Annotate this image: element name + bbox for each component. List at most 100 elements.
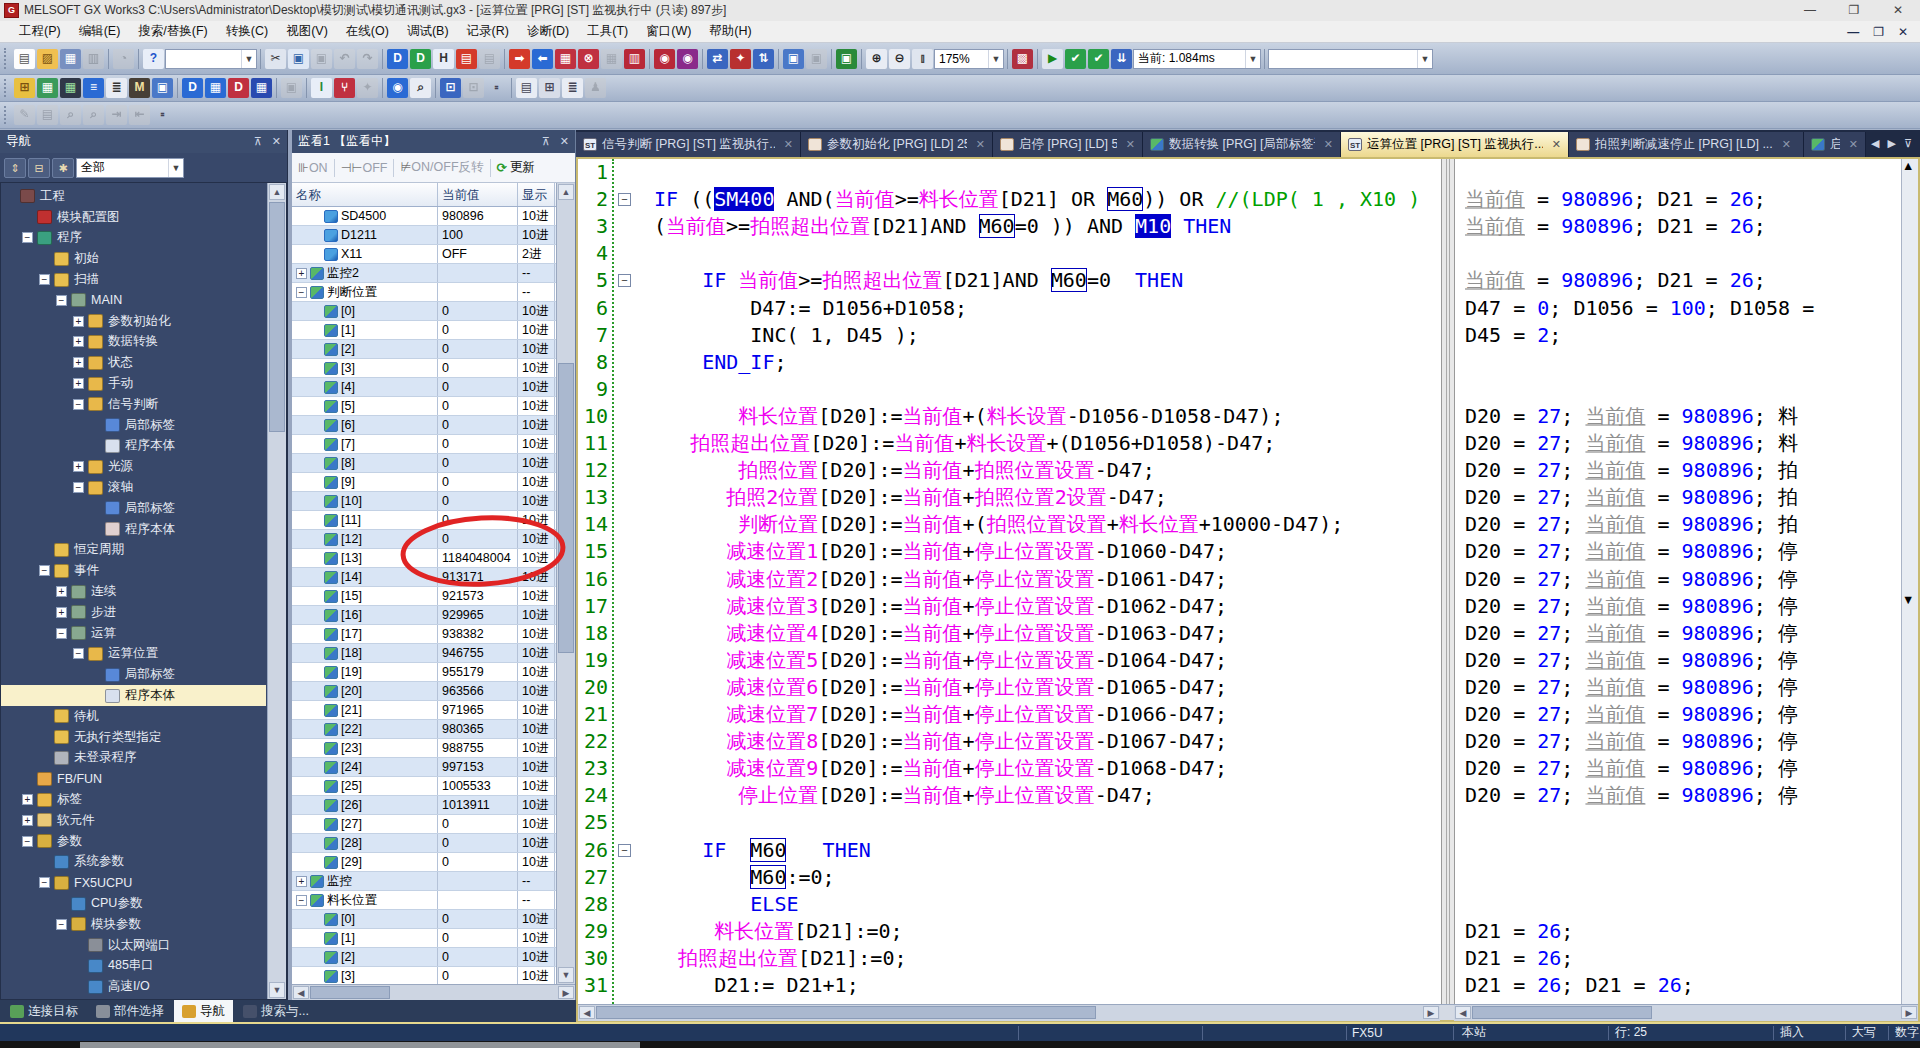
- watch-col-2[interactable]: 显示: [518, 183, 555, 206]
- toolbar-icon[interactable]: ▣: [152, 78, 173, 98]
- collapse-icon[interactable]: −: [73, 648, 84, 659]
- nav-tree-item-MAIN[interactable]: −MAIN: [1, 290, 266, 311]
- collapse-icon[interactable]: −: [296, 287, 307, 298]
- menu-调试(B)[interactable]: 调试(B): [398, 23, 458, 40]
- nav-tree-item-未登录程序[interactable]: 未登录程序: [1, 748, 266, 769]
- watch-row[interactable]: [23]98875510进: [292, 739, 556, 758]
- toolbar-icon[interactable]: ▦: [60, 78, 81, 98]
- expand-icon[interactable]: +: [56, 586, 67, 597]
- toolbar-icon[interactable]: ⊖: [889, 49, 910, 69]
- nav-tree-item-局部标签[interactable]: 局部标签: [1, 664, 266, 685]
- watch-row[interactable]: [16]92996510进: [292, 606, 556, 625]
- doc-tab-数据转换 [PRG] [局部标签设置][interactable]: 数据转换 [PRG] [局部标签设置]✕: [1143, 132, 1341, 157]
- toolbar-icon[interactable]: ✦: [730, 49, 751, 69]
- menu-工具(T)[interactable]: 工具(T): [578, 23, 637, 40]
- toolbar-icon[interactable]: D: [410, 49, 431, 69]
- toolbar-icon[interactable]: ⌕: [83, 105, 104, 125]
- toolbar-icon[interactable]: ▤: [516, 78, 537, 98]
- tab-close-icon[interactable]: ✕: [1324, 138, 1333, 151]
- nav-tree-item-程序[interactable]: −程序: [1, 228, 266, 249]
- close-icon[interactable]: ✕: [560, 135, 569, 148]
- toolbar-icon[interactable]: ⊡: [440, 78, 461, 98]
- watch-row[interactable]: [0]010进: [292, 910, 556, 929]
- menu-编辑(E)[interactable]: 编辑(E): [70, 23, 130, 40]
- watch-row[interactable]: [27]010进: [292, 815, 556, 834]
- nav-tree-item-标签[interactable]: +标签: [1, 789, 266, 810]
- nav-tree-item-局部标签[interactable]: 局部标签: [1, 498, 266, 519]
- expand-icon[interactable]: +: [73, 378, 84, 389]
- toolbar-icon[interactable]: ▤: [14, 49, 35, 69]
- tab-scroll-left-icon[interactable]: ◀: [1871, 137, 1879, 150]
- toolbar-icon[interactable]: ▥: [624, 49, 645, 69]
- toolbar-icon[interactable]: ▶: [1042, 49, 1063, 69]
- toolbar-icon[interactable]: ▣: [311, 49, 332, 69]
- watch-row[interactable]: [1]010进: [292, 929, 556, 948]
- watch-row[interactable]: [14]91317110进: [292, 568, 556, 587]
- expand-icon[interactable]: +: [73, 461, 84, 472]
- watch-row[interactable]: [3]010进: [292, 967, 556, 984]
- close-icon[interactable]: ✕: [272, 135, 281, 148]
- toolbar-icon[interactable]: ✎: [14, 105, 35, 125]
- toolbar-icon[interactable]: H: [433, 49, 454, 69]
- watch-row[interactable]: [1]010进: [292, 321, 556, 340]
- nav-tree-item-数据转换[interactable]: +数据转换: [1, 332, 266, 353]
- watch-row[interactable]: SD450098089610进: [292, 207, 556, 226]
- toolbar-icon[interactable]: ✦: [357, 78, 378, 98]
- fold-collapse-icon[interactable]: −: [618, 193, 631, 206]
- collapse-icon[interactable]: −: [296, 895, 307, 906]
- doc-tab-运算位置 [PRG] [ST] 监视执行...[interactable]: ST运算位置 [PRG] [ST] 监视执行...✕: [1341, 132, 1569, 157]
- menu-在线(O)[interactable]: 在线(O): [337, 23, 398, 40]
- toolbar-icon[interactable]: ♟: [585, 78, 606, 98]
- nav-tree-item-事件[interactable]: −事件: [1, 560, 266, 581]
- collapse-icon[interactable]: −: [73, 482, 84, 493]
- toolbar-icon[interactable]: ⊕: [866, 49, 887, 69]
- expand-icon[interactable]: +: [73, 316, 84, 327]
- nav-tree-item-状态[interactable]: +状态: [1, 352, 266, 373]
- monitor-hscrollbar[interactable]: ◀▶: [1454, 1005, 1918, 1021]
- watch-scrollbar[interactable]: ▲ ▼: [556, 183, 575, 984]
- mdi-close-icon[interactable]: ✕: [1898, 25, 1908, 39]
- toolbar-icon[interactable]: ⌕: [410, 78, 431, 98]
- watch-row[interactable]: −判断位置--: [292, 283, 556, 302]
- watch-row[interactable]: [17]93838210进: [292, 625, 556, 644]
- collapse-icon[interactable]: −: [56, 295, 67, 306]
- watch-on-button[interactable]: ⊪ON: [298, 160, 328, 175]
- nav-tree-item-连续[interactable]: +连续: [1, 581, 266, 602]
- nav-tree-item-扫描[interactable]: −扫描: [1, 269, 266, 290]
- toolbar-icon[interactable]: ⑂: [334, 78, 355, 98]
- watch-row[interactable]: [15]92157310进: [292, 587, 556, 606]
- tree-collapse-icon[interactable]: ⇕: [4, 158, 26, 178]
- watch-off-button[interactable]: ⊣⊢OFF: [341, 160, 388, 175]
- watch-col-1[interactable]: 当前值: [438, 183, 518, 206]
- toolbar-icon[interactable]: ≣: [106, 78, 127, 98]
- tab-close-icon[interactable]: ✕: [1782, 138, 1791, 151]
- doc-tab-拍照判断减速停止 [PRG] [LD] ...[interactable]: 拍照判断减速停止 [PRG] [LD] ...✕: [1569, 132, 1804, 157]
- doc-tab-信号判断 [PRG] [ST] 监视执行...[interactable]: ST信号判断 [PRG] [ST] 监视执行...✕: [576, 132, 801, 157]
- scan-time-combo[interactable]: 当前: 1.084ms▼: [1133, 49, 1261, 69]
- watch-row[interactable]: [28]010进: [292, 834, 556, 853]
- toolbar-icon[interactable]: ⬅: [532, 49, 553, 69]
- menu-诊断(D)[interactable]: 诊断(D): [518, 23, 578, 40]
- dock-tab-搜索与...[interactable]: 搜索与...: [235, 1000, 317, 1022]
- toolbar-icon[interactable]: ▦: [601, 49, 622, 69]
- toolbar-icon[interactable]: ▩: [1012, 49, 1033, 69]
- toolbar-icon[interactable]: ▦: [251, 78, 272, 98]
- watch-hscrollbar[interactable]: ◀ ▶: [292, 984, 575, 1000]
- watch-update-button[interactable]: ⟳更新: [497, 159, 535, 176]
- watch-row[interactable]: +监控2--: [292, 264, 556, 283]
- doc-tab-启动[interactable]: 启动✕: [1804, 132, 1866, 157]
- expand-icon[interactable]: +: [296, 268, 307, 279]
- nav-tree-item-局部标签[interactable]: 局部标签: [1, 415, 266, 436]
- toolbar-icon[interactable]: ◔: [113, 49, 134, 69]
- toolbar-icon[interactable]: ↷: [357, 49, 378, 69]
- toolbar-icon[interactable]: ⊞: [14, 78, 35, 98]
- watch-row[interactable]: [19]95517910进: [292, 663, 556, 682]
- toolbar-icon[interactable]: ▦: [555, 49, 576, 69]
- toolbar-icon[interactable]: ⇤: [129, 105, 150, 125]
- close-button[interactable]: ✕: [1876, 0, 1920, 21]
- toolbar-icon[interactable]: ▦: [60, 49, 81, 69]
- nav-tree-item-CPU参数[interactable]: CPU参数: [1, 893, 266, 914]
- watch-row[interactable]: [26]101391110进: [292, 796, 556, 815]
- fold-collapse-icon[interactable]: −: [618, 274, 631, 287]
- doc-tab-启停 [PRG] [LD] 584步[interactable]: 启停 [PRG] [LD] 584步✕: [993, 132, 1143, 157]
